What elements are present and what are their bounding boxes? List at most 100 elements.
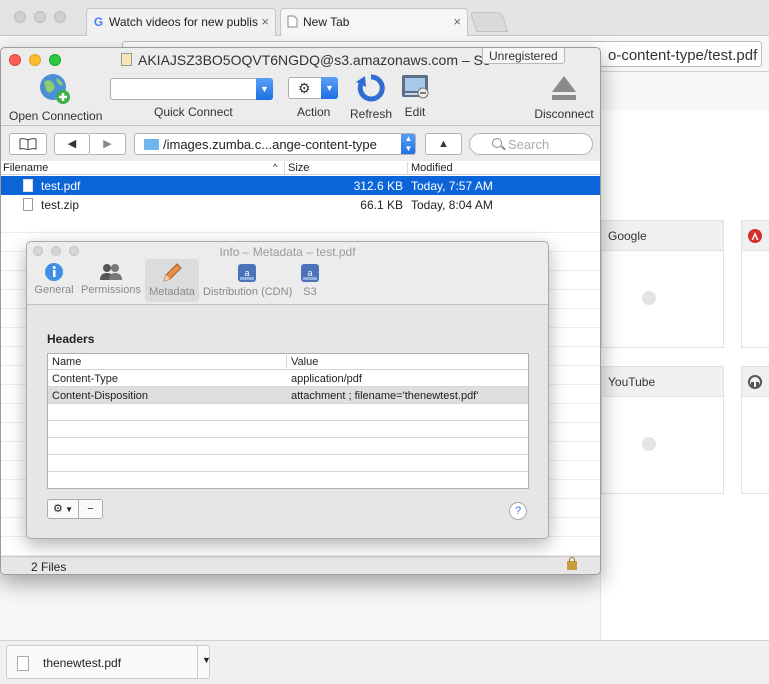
table-row[interactable]: Content-Disposition attachment ; filenam… — [48, 387, 528, 404]
pencil-icon — [163, 263, 182, 282]
panel-titlebar: Info – Metadata – test.pdf — [27, 242, 548, 260]
gear-icon: ⚙ — [298, 80, 311, 96]
disconnect-button[interactable]: Disconnect — [531, 72, 597, 121]
sort-indicator-icon: ^ — [273, 162, 278, 172]
minimize-window-button[interactable] — [29, 54, 41, 66]
globe-add-icon — [40, 74, 70, 104]
download-item[interactable]: thenewtest.pdf ▼ — [6, 645, 211, 679]
table-row[interactable]: Content-Type application/pdf — [48, 370, 528, 387]
column-header: Filename ^ Size Modified — [1, 161, 600, 175]
header-name: Content-Type — [52, 373, 119, 385]
ntp-tile-youtube[interactable]: YouTube — [601, 366, 724, 494]
download-filename: thenewtest.pdf — [43, 656, 122, 670]
path-popup[interactable]: /images.zumba.c...ange-content-type ▲ ▼ — [134, 133, 416, 155]
column-value[interactable]: Value — [291, 356, 318, 368]
bookmarks-toggle-button[interactable] — [9, 133, 47, 155]
chevron-down-icon: ▼ — [321, 77, 338, 99]
browser-minimize-button[interactable] — [34, 11, 46, 23]
browser-tab-videos[interactable]: G Watch videos for new publis × — [86, 8, 276, 36]
search-icon — [492, 138, 502, 148]
file-modified: Today, 8:04 AM — [411, 198, 493, 212]
file-row-test-zip[interactable]: test.zip 66.1 KB Today, 8:04 AM — [1, 195, 600, 214]
header-value[interactable]: application/pdf — [291, 373, 362, 385]
close-window-button[interactable] — [9, 54, 21, 66]
tab-permissions[interactable]: Permissions — [81, 259, 141, 302]
tab-distribution-cdn[interactable]: a Distribution (CDN) — [203, 259, 292, 302]
parent-directory-button[interactable]: ▲ — [425, 133, 462, 155]
download-menu-caret-icon[interactable]: ▼ — [202, 655, 211, 665]
tab-s3[interactable]: a S3 — [295, 259, 325, 302]
edit-button[interactable]: Edit — [399, 72, 431, 119]
add-header-menu-button[interactable]: ⚙ ▼ — [47, 499, 79, 519]
window-title: AKIAJSZ3BO5OQVT6NGDQ@s3.amazonaws.com – … — [121, 52, 491, 68]
metadata-pane: Headers Name Value Content-Type applicat… — [27, 305, 548, 538]
edit-icon — [402, 75, 429, 99]
ntp-tile-google[interactable]: Google — [601, 220, 724, 348]
quick-connect-field[interactable]: ▼ — [110, 78, 273, 100]
tab-label: New Tab — [303, 15, 350, 29]
column-size[interactable]: Size — [288, 162, 309, 174]
divider — [197, 646, 198, 678]
chevron-down-icon[interactable]: ▼ — [256, 78, 273, 100]
zoom-window-button[interactable] — [49, 54, 61, 66]
empty-row — [48, 404, 528, 421]
page-icon — [286, 15, 299, 29]
close-tab-icon[interactable]: × — [261, 14, 269, 29]
header-name: Content-Disposition — [52, 390, 148, 402]
svg-text:a: a — [244, 268, 249, 278]
new-tab-page: Google YouTube — [600, 110, 769, 640]
search-input[interactable]: Search — [469, 133, 593, 155]
forward-button[interactable]: ▶ — [90, 133, 126, 155]
refresh-button[interactable]: Refresh — [348, 72, 394, 121]
column-filename[interactable]: Filename — [3, 162, 48, 174]
tile-head — [742, 367, 769, 397]
panel-title: Info – Metadata – test.pdf — [219, 245, 356, 259]
refresh-icon — [356, 74, 385, 102]
tile-title: Google — [602, 221, 723, 251]
document-icon — [121, 53, 132, 66]
empty-row — [1, 214, 600, 233]
folder-icon — [144, 139, 159, 150]
file-name: test.pdf — [41, 179, 81, 193]
chevron-down-icon: ▼ — [62, 505, 73, 514]
empty-row — [48, 421, 528, 438]
browser-tab-strip: G Watch videos for new publis × New Tab … — [0, 0, 769, 36]
empty-row — [48, 438, 528, 455]
download-shelf: thenewtest.pdf ▼ — [0, 640, 769, 684]
up-arrow-icon: ▲ — [438, 138, 449, 150]
action-menu-button[interactable]: ⚙ ▼ — [288, 77, 338, 99]
file-size: 66.1 KB — [360, 198, 403, 212]
file-row-test-pdf[interactable]: test.pdf 312.6 KB Today, 7:57 AM — [1, 176, 600, 195]
question-icon: ? — [514, 505, 522, 517]
lock-icon — [567, 557, 577, 570]
column-modified[interactable]: Modified — [411, 162, 453, 174]
close-tab-icon[interactable]: × — [453, 14, 461, 29]
ntp-tile-other[interactable] — [741, 366, 769, 494]
ntp-tile-adobe[interactable] — [741, 220, 769, 348]
open-connection-button[interactable]: Open Connection — [9, 72, 102, 123]
help-button[interactable]: ? — [509, 502, 527, 520]
tab-label: General — [34, 284, 74, 296]
adobe-icon — [748, 229, 762, 243]
empty-row — [48, 455, 528, 472]
file-size: 312.6 KB — [353, 179, 403, 193]
browser-close-button[interactable] — [14, 11, 26, 23]
column-name[interactable]: Name — [52, 356, 81, 368]
tab-general[interactable]: General — [33, 259, 75, 302]
header-value[interactable]: attachment ; filename='thenewtest.pdf' — [291, 390, 478, 402]
info-icon — [45, 263, 63, 281]
back-button[interactable]: ◀ — [54, 133, 90, 155]
tile-head — [742, 221, 769, 251]
edit-label: Edit — [404, 105, 426, 119]
window-titlebar: AKIAJSZ3BO5OQVT6NGDQ@s3.amazonaws.com – … — [1, 48, 600, 72]
tab-metadata[interactable]: Metadata — [145, 259, 199, 302]
new-tab-button[interactable] — [469, 12, 509, 32]
users-icon — [100, 264, 122, 280]
browser-tab-new-tab[interactable]: New Tab × — [280, 8, 468, 36]
browser-zoom-button[interactable] — [54, 11, 66, 23]
zip-file-icon — [23, 198, 33, 211]
remove-header-button[interactable]: − — [79, 499, 103, 519]
status-bar: 2 Files — [1, 556, 600, 574]
action-label: Action — [297, 105, 331, 119]
unregistered-badge[interactable]: Unregistered — [482, 48, 565, 64]
